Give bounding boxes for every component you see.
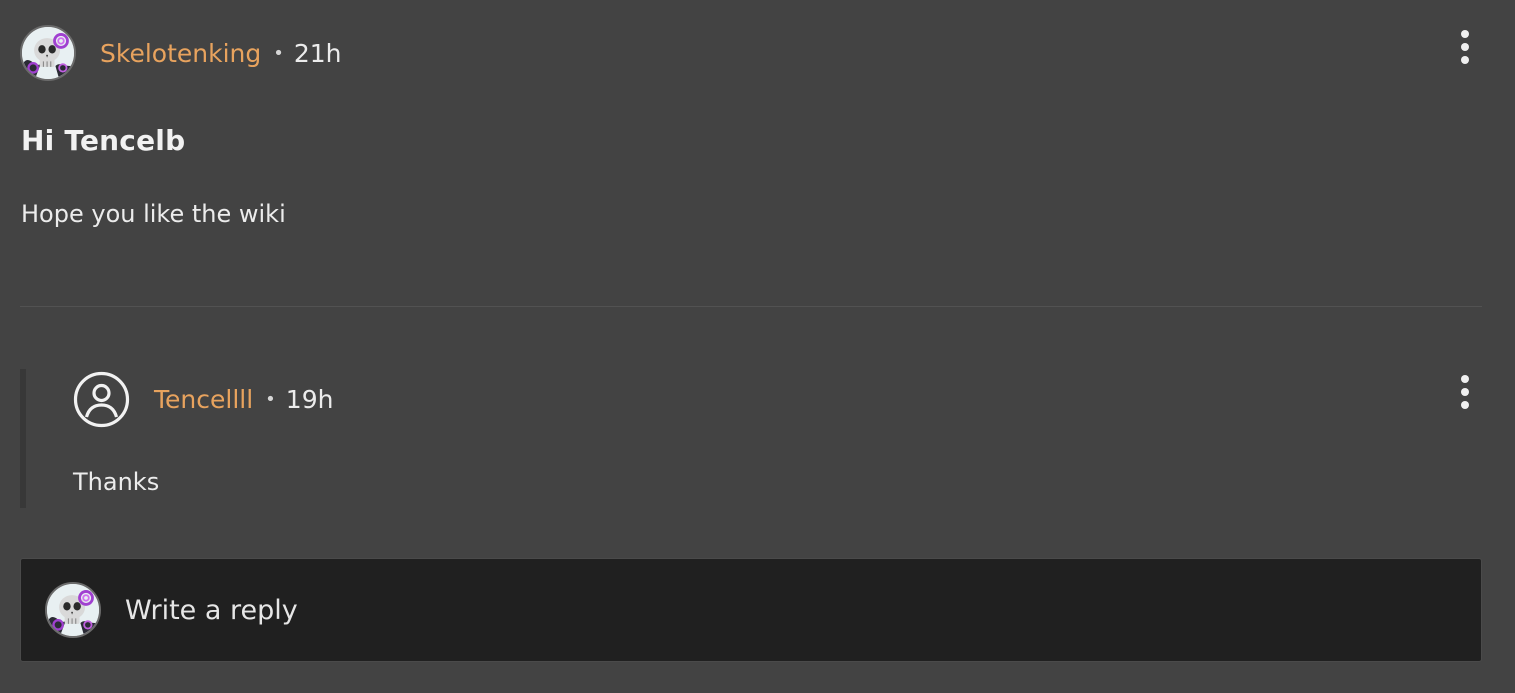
thread-divider (20, 306, 1482, 307)
post-title: Hi Tencelb (21, 124, 186, 157)
skull-avatar-icon (22, 27, 74, 79)
meta-separator: • (265, 388, 276, 410)
comment-thread: Skelotenking • 21h Hi Tencelb Hope you l… (0, 0, 1515, 693)
post-author-name[interactable]: Skelotenking (100, 39, 261, 68)
kebab-dot (1461, 375, 1469, 383)
reply-composer[interactable]: Write a reply (20, 558, 1482, 662)
post-header: Skelotenking • 21h (20, 24, 342, 82)
kebab-dot (1461, 401, 1469, 409)
kebab-dot (1461, 56, 1469, 64)
user-circle-icon[interactable] (73, 371, 130, 428)
reply-header: Tencellll • 19h (73, 370, 333, 428)
reply-body: Thanks (73, 468, 160, 496)
kebab-dot (1461, 30, 1469, 38)
reply-timestamp[interactable]: 19h (286, 385, 334, 414)
kebab-dot (1461, 43, 1469, 51)
reply-indent-bar (20, 369, 26, 508)
reply-input-placeholder[interactable]: Write a reply (125, 595, 298, 626)
meta-separator: • (273, 42, 284, 64)
reply-author-name[interactable]: Tencellll (154, 385, 253, 414)
post-body: Hope you like the wiki (21, 200, 286, 228)
post-timestamp[interactable]: 21h (294, 39, 342, 68)
kebab-dot (1461, 388, 1469, 396)
post-more-options-icon[interactable] (1459, 30, 1471, 64)
skull-avatar-icon (47, 584, 99, 636)
current-user-avatar (45, 582, 101, 638)
author-avatar[interactable] (20, 25, 76, 81)
reply-more-options-icon[interactable] (1459, 375, 1471, 409)
